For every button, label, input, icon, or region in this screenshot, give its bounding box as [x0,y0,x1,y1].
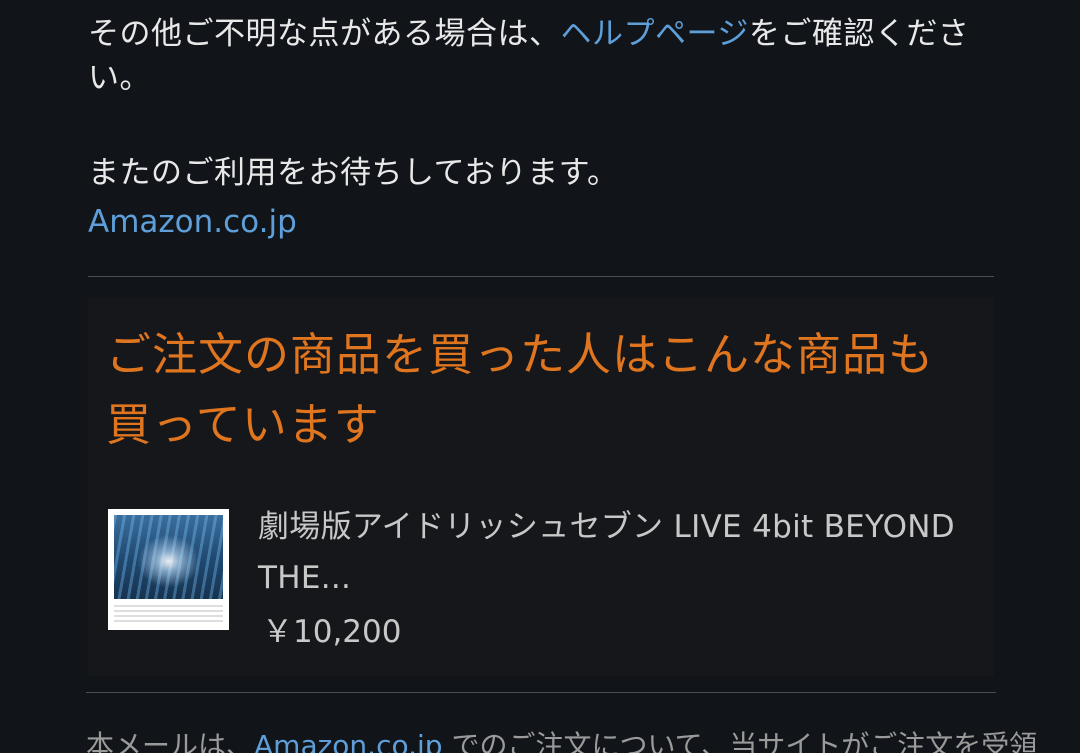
product-image [114,515,223,599]
help-paragraph: その他ご不明な点がある場合は、ヘルプページをご確認ください。 [88,12,988,100]
recommendations-title: ご注文の商品を買った人はこんな商品も買っています [106,328,935,451]
help-page-link[interactable]: ヘルプページ [561,16,749,52]
product-image-caption [114,605,223,623]
footer-text: 本メールは、Amazon.co.jp でのご注文について、当サイトがご注文を受領 [86,726,1037,753]
footer-suffix: でのご注文について、当サイトがご注文を受領 [442,729,1038,753]
footer-prefix: 本メールは、 [86,729,255,753]
product-name-link[interactable]: 劇場版アイドリッシュセブン LIVE 4bit BEYOND THE... [258,502,958,604]
divider [86,692,996,693]
product-price: ￥10,200 [262,614,402,650]
closing-text: またのご利用をお待ちしております。 [88,155,619,191]
email-view: その他ご不明な点がある場合は、ヘルプページをご確認ください。 またのご利用をお待… [0,0,1080,753]
help-text-prefix: その他ご不明な点がある場合は、 [88,16,561,52]
product-thumbnail[interactable] [108,509,229,630]
signature-link[interactable]: Amazon.co.jp [88,200,297,244]
recommendations-box: ご注文の商品を買った人はこんな商品も買っています 劇場版アイドリッシュセブン L… [88,298,994,676]
divider [88,276,994,277]
footer-amazon-link[interactable]: Amazon.co.jp [254,729,443,753]
